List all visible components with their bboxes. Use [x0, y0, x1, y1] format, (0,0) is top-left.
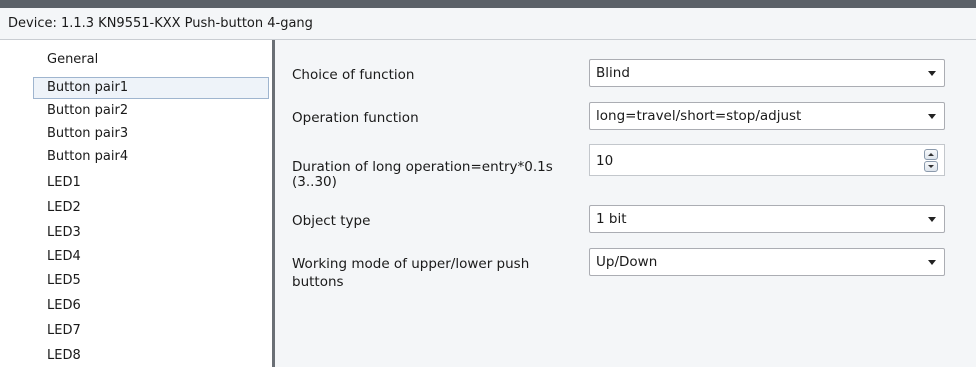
sidebar-item-button-pair2[interactable]: Button pair2	[33, 100, 269, 122]
choice-of-function-label: Choice of function	[292, 67, 415, 83]
choice-of-function-select[interactable]: Blind	[589, 59, 945, 87]
sidebar-item-label: LED4	[47, 249, 81, 264]
sidebar-item-led8[interactable]: LED8	[33, 345, 269, 367]
object-type-label: Object type	[292, 213, 371, 229]
sidebar-item-led2[interactable]: LED2	[33, 197, 269, 219]
sidebar-item-led3[interactable]: LED3	[33, 222, 269, 244]
spin-up-button[interactable]	[924, 149, 938, 160]
sidebar-item-label: LED8	[47, 348, 81, 363]
long-operation-value: 10	[596, 153, 614, 169]
sidebar-item-button-pair1[interactable]: Button pair1	[33, 77, 269, 99]
sidebar-item-led7[interactable]: LED7	[33, 320, 269, 342]
sidebar-item-label: Button pair1	[47, 80, 129, 95]
sidebar-item-led1[interactable]: LED1	[33, 172, 269, 194]
window-top-bar	[0, 0, 976, 8]
chevron-down-icon	[928, 260, 936, 265]
working-mode-select[interactable]: Up/Down	[589, 248, 945, 276]
long-operation-spinbox[interactable]: 10	[589, 144, 945, 176]
arrow-down-icon	[928, 165, 934, 168]
sidebar-item-label: LED1	[47, 175, 81, 190]
object-type-select[interactable]: 1 bit	[589, 205, 945, 233]
sidebar-item-led5[interactable]: LED5	[33, 270, 269, 292]
parameter-tree: General Button pair1 Button pair2 Button…	[0, 40, 272, 367]
operation-function-select[interactable]: long=travel/short=stop/adjust	[589, 102, 945, 130]
arrow-up-icon	[928, 153, 934, 156]
sidebar-item-label: LED6	[47, 298, 81, 313]
spin-down-button[interactable]	[924, 161, 938, 172]
long-operation-label-line2: (3..30)	[292, 174, 337, 190]
sidebar-item-label: LED5	[47, 273, 81, 288]
sidebar-item-label: General	[47, 52, 99, 67]
sidebar-item-label: Button pair3	[47, 126, 129, 141]
operation-function-value: long=travel/short=stop/adjust	[596, 108, 802, 124]
device-title-bar: Device: 1.1.3 KN9551-KXX Push-button 4-g…	[0, 8, 976, 40]
sidebar-item-label: LED7	[47, 323, 81, 338]
sidebar-item-label: LED3	[47, 225, 81, 240]
sidebar-item-label: Button pair2	[47, 103, 129, 118]
device-title: Device: 1.1.3 KN9551-KXX Push-button 4-g…	[8, 16, 313, 31]
sidebar-item-button-pair4[interactable]: Button pair4	[33, 146, 269, 168]
working-mode-value: Up/Down	[596, 254, 658, 270]
sidebar-item-general[interactable]: General	[33, 49, 269, 71]
chevron-down-icon	[928, 114, 936, 119]
sidebar-item-label: LED2	[47, 200, 81, 215]
chevron-down-icon	[928, 217, 936, 222]
chevron-down-icon	[928, 71, 936, 76]
sidebar-item-button-pair3[interactable]: Button pair3	[33, 123, 269, 145]
sidebar-item-led6[interactable]: LED6	[33, 295, 269, 317]
sidebar-item-led4[interactable]: LED4	[33, 246, 269, 268]
operation-function-label: Operation function	[292, 110, 419, 126]
parameter-panel: Choice of function Blind Operation funct…	[275, 40, 976, 367]
object-type-value: 1 bit	[596, 211, 627, 227]
working-mode-label-line1: Working mode of upper/lower push	[292, 256, 530, 272]
sidebar-item-label: Button pair4	[47, 149, 129, 164]
working-mode-label-line2: buttons	[292, 274, 344, 290]
choice-of-function-value: Blind	[596, 65, 630, 81]
